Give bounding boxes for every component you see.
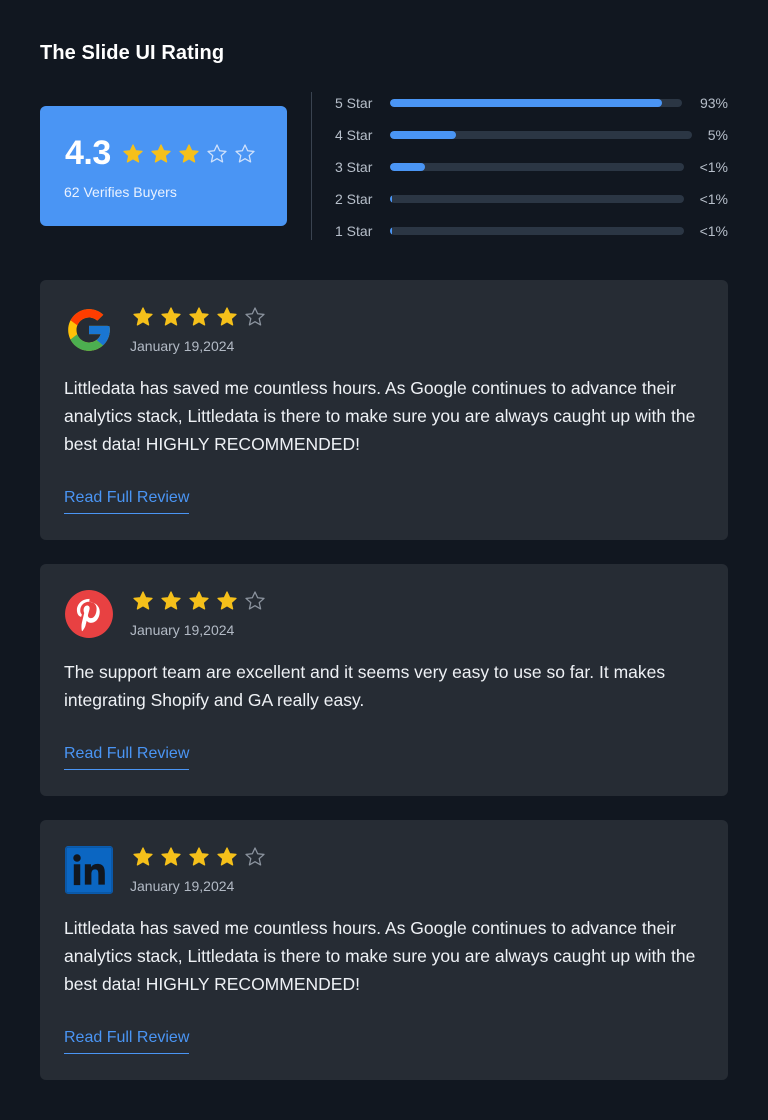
distribution-bar-fill [390,131,457,139]
star-filled-icon [160,846,182,868]
review-star-rating [132,590,266,612]
review-star-rating [132,306,266,328]
distribution-label: 3 Star [335,159,373,175]
star-filled-icon [160,590,182,612]
distribution-label: 2 Star [335,191,373,207]
read-full-review-link[interactable]: Read Full Review [64,745,190,770]
review-star-rating [132,846,266,868]
star-filled-icon [188,590,210,612]
star-empty-icon [206,143,228,165]
distribution-row-1: 1 Star <1% [335,220,728,252]
star-filled-icon [132,846,154,868]
review-card: January 19,2024 Littledata has saved me … [40,820,728,1080]
review-card: January 19,2024 The support team are exc… [40,564,728,796]
distribution-row-5: 5 Star 93% [335,92,728,124]
star-filled-icon [188,846,210,868]
distribution-bar-fill [390,163,426,171]
review-date: January 19,2024 [130,622,235,638]
distribution-row-4: 4 Star 5% [335,124,728,156]
star-filled-icon [132,590,154,612]
rating-summary-card: 4.3 62 Verifies Buyers [40,106,287,226]
star-filled-icon [216,306,238,328]
distribution-bar-fill [390,99,662,107]
distribution-percent: <1% [699,191,728,207]
distribution-bar-track [390,227,684,235]
star-filled-icon [150,143,172,165]
star-filled-icon [122,143,144,165]
read-full-review-link[interactable]: Read Full Review [64,489,190,514]
review-date: January 19,2024 [130,878,235,894]
star-filled-icon [132,306,154,328]
star-empty-icon [244,846,266,868]
rating-distribution: 5 Star 93% 4 Star 5% 3 Star <1% 2 Star <… [335,92,728,252]
distribution-row-2: 2 Star <1% [335,188,728,220]
review-date: January 19,2024 [130,338,235,354]
star-filled-icon [160,306,182,328]
divider [311,92,312,240]
star-filled-icon [216,590,238,612]
google-logo-icon [64,305,114,355]
distribution-bar-fill [390,227,393,235]
distribution-bar-track [390,131,692,139]
star-filled-icon [188,306,210,328]
star-empty-icon [234,143,256,165]
linkedin-logo-icon [64,845,114,895]
review-text: Littledata has saved me countless hours.… [64,378,696,454]
distribution-bar-track [390,99,682,107]
distribution-bar-track [390,195,684,203]
average-score: 4.3 [65,134,111,172]
distribution-percent: 93% [699,95,728,111]
review-text: The support team are excellent and it se… [64,662,666,710]
distribution-row-3: 3 Star <1% [335,156,728,188]
distribution-label: 5 Star [335,95,373,111]
star-filled-icon [178,143,200,165]
pinterest-logo-icon [64,589,114,639]
star-empty-icon [244,590,266,612]
distribution-label: 1 Star [335,223,373,239]
star-empty-icon [244,306,266,328]
review-card: January 19,2024 Littledata has saved me … [40,280,728,540]
distribution-percent: 5% [707,127,728,143]
distribution-percent: <1% [699,223,728,239]
star-filled-icon [216,846,238,868]
page-title: The Slide UI Rating [40,42,225,64]
distribution-bar-track [390,163,684,171]
distribution-bar-fill [390,195,393,203]
distribution-label: 4 Star [335,127,373,143]
buyers-count: 62 Verifies Buyers [64,184,177,200]
distribution-percent: <1% [699,159,728,175]
summary-star-rating [122,143,256,165]
read-full-review-link[interactable]: Read Full Review [64,1029,190,1054]
review-text: Littledata has saved me countless hours.… [64,918,696,994]
